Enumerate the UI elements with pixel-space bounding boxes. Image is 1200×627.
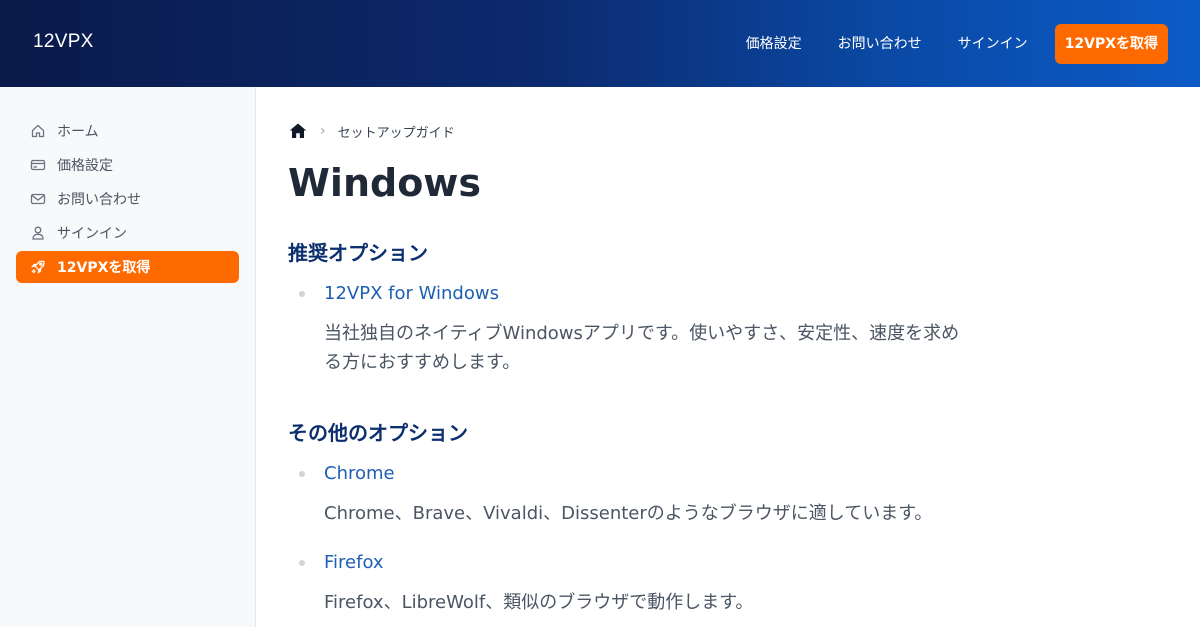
sidebar-item-home[interactable]: ホーム [16, 115, 239, 147]
bullet [299, 471, 305, 477]
home-icon [30, 123, 46, 139]
nav-contact-link[interactable]: お問い合わせ [838, 24, 922, 64]
breadcrumb: › セットアップガイド [288, 121, 455, 141]
sidebar-item-label: 価格設定 [57, 158, 113, 174]
sidebar-item-get-12vpx[interactable]: 12VPXを取得 [16, 251, 239, 283]
mail-icon [30, 191, 46, 207]
option-description: Firefox、LibreWolf、類似のブラウザで動作します。 [324, 592, 754, 613]
sidebar-item-label: お問い合わせ [57, 192, 141, 208]
get-12vpx-button[interactable]: 12VPXを取得 [1054, 24, 1168, 64]
page-title: Windows [288, 161, 482, 205]
option-link-firefox[interactable]: Firefox [324, 552, 384, 573]
breadcrumb-current: セットアップガイド [337, 125, 455, 141]
option-description: 当社独自のネイティブWindowsアプリです。使いやすさ、安定性、速度を求める方… [324, 323, 960, 373]
sidebar-item-label: 12VPXを取得 [57, 260, 151, 276]
bullet [299, 560, 305, 566]
nav-signin-link[interactable]: サインイン [958, 24, 1028, 64]
sidebar-item-signin[interactable]: サインイン [16, 217, 239, 249]
rocket-icon [30, 259, 46, 275]
sidebar-item-label: サインイン [57, 226, 127, 242]
top-header: 12VPX 価格設定 お問い合わせ サインイン 12VPXを取得 [0, 0, 1200, 87]
sidebar-list: ホーム 価格設定 お問い合わせ サインイン 12VPXを取得 [16, 115, 239, 285]
user-icon [30, 225, 46, 241]
chevron-right-icon: › [320, 123, 326, 139]
sidebar-item-label: ホーム [57, 124, 99, 140]
sidebar: ホーム 価格設定 お問い合わせ サインイン 12VPXを取得 [0, 87, 256, 627]
nav-pricing-link[interactable]: 価格設定 [746, 24, 802, 64]
option-link-windows-app[interactable]: 12VPX for Windows [324, 283, 499, 304]
sidebar-item-pricing[interactable]: 価格設定 [16, 149, 239, 181]
sidebar-item-contact[interactable]: お問い合わせ [16, 183, 239, 215]
home-icon[interactable] [288, 121, 308, 141]
option-description: Chrome、Brave、Vivaldi、Dissenterのようなブラウザに適… [324, 503, 933, 524]
top-nav: 価格設定 お問い合わせ サインイン 12VPXを取得 [710, 24, 1168, 64]
recommended-heading: 推奨オプション [288, 241, 428, 265]
option-link-chrome[interactable]: Chrome [324, 463, 395, 484]
brand-logo[interactable]: 12VPX [33, 31, 94, 53]
other-options-heading: その他のオプション [288, 421, 468, 445]
bullet [299, 291, 305, 297]
card-icon [30, 157, 46, 173]
